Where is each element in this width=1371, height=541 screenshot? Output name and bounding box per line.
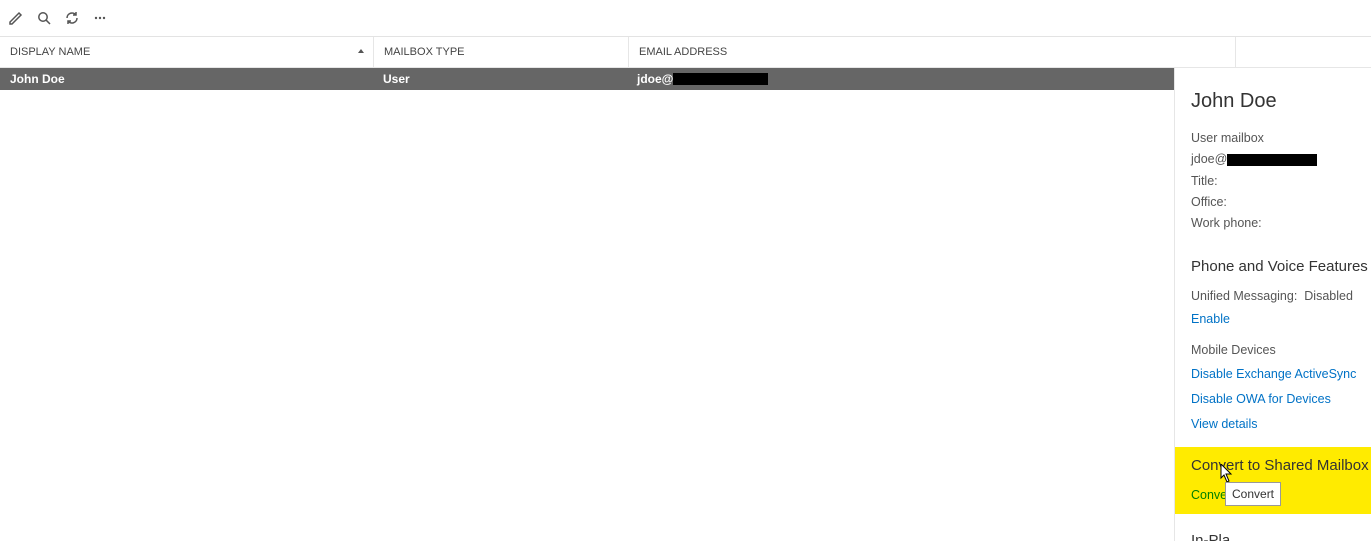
more-icon[interactable] <box>92 10 108 26</box>
toolbar <box>0 0 1371 36</box>
disable-owa-link[interactable]: Disable OWA for Devices <box>1191 389 1331 410</box>
edit-icon[interactable] <box>8 10 24 26</box>
row-email: jdoe@ <box>627 72 1174 86</box>
refresh-icon[interactable] <box>64 10 80 26</box>
column-details-pane <box>1236 37 1371 67</box>
redacted-text <box>673 73 768 85</box>
search-icon[interactable] <box>36 10 52 26</box>
title-label: Title: <box>1191 174 1218 188</box>
mobile-devices-label: Mobile Devices <box>1191 343 1276 357</box>
column-email[interactable]: EMAIL ADDRESS <box>629 37 1236 67</box>
view-details-link[interactable]: View details <box>1191 414 1257 435</box>
row-email-prefix: jdoe@ <box>637 72 673 86</box>
inplace-heading: In-Pla <box>1191 528 1371 541</box>
row-display-name: John Doe <box>0 72 373 86</box>
unified-messaging-value: Disabled <box>1304 289 1353 303</box>
convert-heading: Convert to Shared Mailbox <box>1191 453 1371 479</box>
disable-activesync-link[interactable]: Disable Exchange ActiveSync <box>1191 364 1356 385</box>
column-email-label: EMAIL ADDRESS <box>639 46 727 58</box>
row-mailbox-type: User <box>373 72 627 86</box>
unified-messaging-label: Unified Messaging: <box>1191 289 1297 303</box>
office-label: Office: <box>1191 195 1227 209</box>
details-email-prefix: jdoe@ <box>1191 149 1227 170</box>
details-title: John Doe <box>1191 84 1371 118</box>
column-display-name-label: DISPLAY NAME <box>10 46 90 58</box>
workphone-label: Work phone: <box>1191 216 1262 230</box>
mailbox-list: John Doe User jdoe@ <box>0 68 1174 541</box>
tooltip: Convert <box>1225 482 1281 506</box>
column-mailbox-type-label: MAILBOX TYPE <box>384 46 465 58</box>
redacted-text <box>1227 154 1317 166</box>
main-area: John Doe User jdoe@ John Doe User mailbo… <box>0 68 1371 541</box>
enable-link[interactable]: Enable <box>1191 309 1230 330</box>
column-display-name[interactable]: DISPLAY NAME <box>0 37 374 67</box>
details-pane: John Doe User mailbox jdoe@ Title: Offic… <box>1174 68 1371 541</box>
section-phone-voice: Phone and Voice Features <box>1191 254 1371 280</box>
sort-asc-icon <box>357 46 365 58</box>
column-headers: DISPLAY NAME MAILBOX TYPE EMAIL ADDRESS <box>0 37 1371 68</box>
table-row[interactable]: John Doe User jdoe@ <box>0 68 1174 90</box>
mailbox-kind: User mailbox <box>1191 131 1264 145</box>
column-mailbox-type[interactable]: MAILBOX TYPE <box>374 37 629 67</box>
